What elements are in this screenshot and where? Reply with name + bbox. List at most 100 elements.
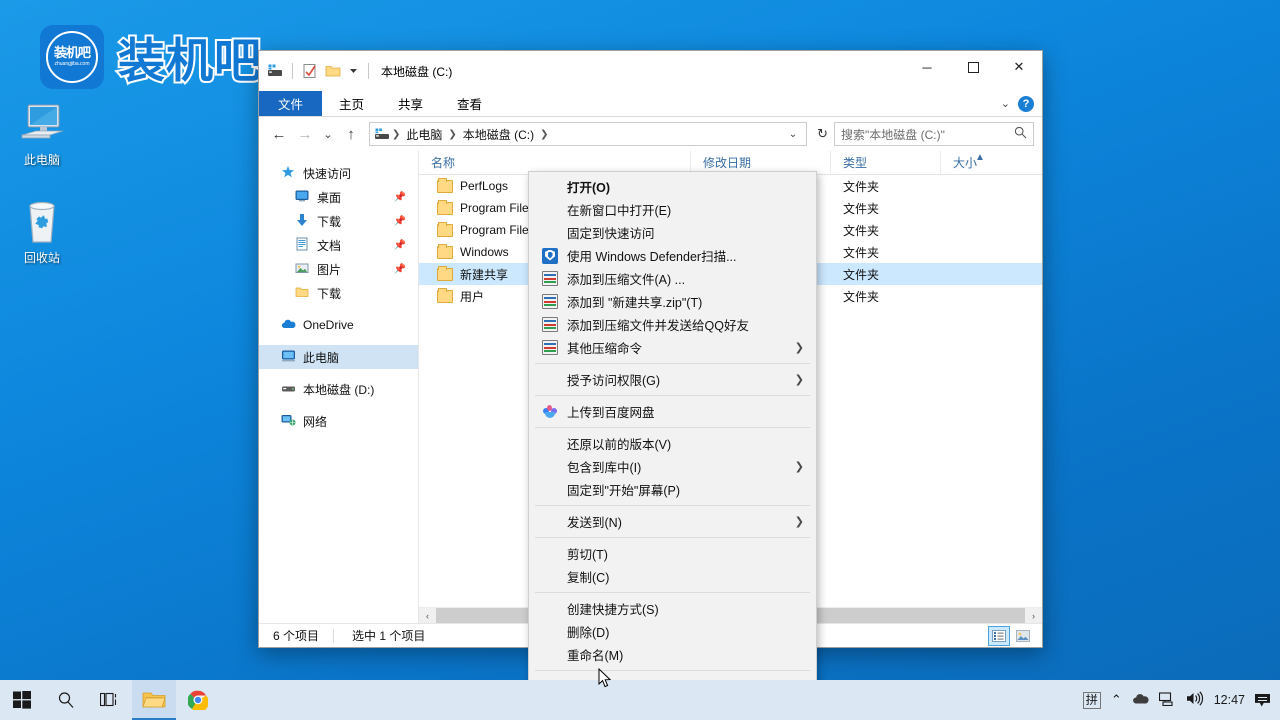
pin-icon[interactable]: 📌 bbox=[394, 264, 406, 275]
sidebar-item-label: 快速访问 bbox=[303, 165, 351, 182]
menu-item-send-to[interactable]: 发送到(N) ❯ bbox=[529, 510, 816, 533]
help-icon[interactable]: ? bbox=[1018, 96, 1034, 112]
close-button[interactable]: ✕ bbox=[996, 51, 1042, 83]
menu-item-delete[interactable]: 删除(D) bbox=[529, 620, 816, 643]
folder-icon[interactable] bbox=[325, 63, 341, 79]
details-view-button[interactable] bbox=[988, 626, 1010, 646]
large-icons-view-button[interactable] bbox=[1012, 626, 1034, 646]
menu-item-label: 打开(O) bbox=[561, 177, 610, 196]
desktop-icon-recycle-bin[interactable]: 回收站 bbox=[4, 196, 80, 266]
no-icon bbox=[539, 225, 561, 241]
search-icon[interactable] bbox=[1014, 126, 1027, 142]
scroll-right-button[interactable]: › bbox=[1025, 611, 1042, 621]
task-view-button[interactable] bbox=[88, 680, 132, 720]
tab-home[interactable]: 主页 bbox=[322, 91, 381, 116]
tab-share[interactable]: 共享 bbox=[381, 91, 440, 116]
menu-item-upload-baidu[interactable]: 上传到百度网盘 bbox=[529, 400, 816, 423]
sidebar-item-pictures[interactable]: 图片 📌 bbox=[259, 257, 418, 281]
sidebar-item-downloads-folder[interactable]: 下载 bbox=[259, 281, 418, 305]
menu-item-create-shortcut[interactable]: 创建快捷方式(S) bbox=[529, 597, 816, 620]
baidu-icon bbox=[542, 405, 558, 419]
menu-item-open-new-window[interactable]: 在新窗口中打开(E) bbox=[529, 198, 816, 221]
sidebar-item-network[interactable]: 网络 bbox=[259, 409, 418, 433]
menu-item-archive-and-qq[interactable]: 添加到压缩文件并发送给QQ好友 bbox=[529, 313, 816, 336]
menu-item-label: 使用 Windows Defender扫描... bbox=[561, 246, 737, 265]
checkbox-icon[interactable] bbox=[302, 63, 318, 79]
menu-separator bbox=[535, 537, 810, 538]
speaker-icon[interactable] bbox=[1186, 691, 1204, 709]
desktop-icon-this-pc[interactable]: 此电脑 bbox=[4, 98, 80, 168]
taskbar-file-explorer[interactable] bbox=[132, 680, 176, 720]
sidebar-item-onedrive[interactable]: OneDrive bbox=[259, 313, 418, 337]
status-item-count: 6 个项目 bbox=[259, 627, 319, 644]
pin-icon[interactable]: 📌 bbox=[394, 192, 406, 203]
menu-item-include-in-library[interactable]: 包含到库中(I) ❯ bbox=[529, 455, 816, 478]
column-header-type[interactable]: 类型 bbox=[831, 151, 941, 175]
sidebar-item-this-pc[interactable]: 此电脑 bbox=[259, 345, 418, 369]
menu-item-cut[interactable]: 剪切(T) bbox=[529, 542, 816, 565]
breadcrumb-item-this-pc[interactable]: 此电脑 bbox=[402, 126, 446, 143]
menu-item-open[interactable]: 打开(O) bbox=[529, 175, 816, 198]
no-icon bbox=[539, 436, 561, 452]
breadcrumb[interactable]: ❯ 此电脑 ❯ 本地磁盘 (C:) ❯ ⌄ bbox=[369, 122, 807, 146]
tab-file[interactable]: 文件 bbox=[259, 91, 322, 116]
menu-item-label: 删除(D) bbox=[561, 622, 609, 641]
column-header-size[interactable]: 大小 bbox=[941, 151, 1031, 175]
action-center-icon[interactable] bbox=[1255, 694, 1270, 707]
menu-item-label: 其他压缩命令 bbox=[561, 338, 642, 357]
menu-item-add-to-archive[interactable]: 添加到压缩文件(A) ... bbox=[529, 267, 816, 290]
menu-item-add-to-named-zip[interactable]: 添加到 "新建共享.zip"(T) bbox=[529, 290, 816, 313]
folder-icon bbox=[437, 246, 453, 259]
up-button[interactable]: ↑ bbox=[339, 122, 363, 146]
menu-item-copy[interactable]: 复制(C) bbox=[529, 565, 816, 588]
file-name: Program Files bbox=[460, 201, 535, 215]
sidebar-item-desktop[interactable]: 桌面 📌 bbox=[259, 185, 418, 209]
collapse-ribbon-icon[interactable]: ⌄ bbox=[1001, 97, 1010, 110]
search-input[interactable]: 搜索"本地磁盘 (C:)" bbox=[834, 122, 1034, 146]
pin-icon[interactable]: 📌 bbox=[394, 216, 406, 227]
menu-item-rename[interactable]: 重命名(M) bbox=[529, 643, 816, 666]
start-button[interactable] bbox=[0, 680, 44, 720]
menu-item-label: 上传到百度网盘 bbox=[561, 402, 655, 421]
forward-button[interactable]: → bbox=[293, 122, 317, 146]
sidebar-item-local-disk-d[interactable]: 本地磁盘 (D:) bbox=[259, 377, 418, 401]
network-icon[interactable] bbox=[1159, 692, 1176, 709]
ribbon-right-controls: ⌄ ? bbox=[1001, 91, 1042, 116]
submenu-arrow-icon: ❯ bbox=[795, 373, 804, 386]
drive-icon bbox=[281, 381, 297, 397]
sidebar-item-downloads[interactable]: 下载 📌 bbox=[259, 209, 418, 233]
ime-indicator[interactable]: 拼 bbox=[1083, 692, 1101, 709]
breadcrumb-item-local-disk[interactable]: 本地磁盘 (C:) bbox=[459, 126, 538, 143]
minimize-button[interactable]: ─ bbox=[904, 51, 950, 83]
scroll-left-button[interactable]: ‹ bbox=[419, 611, 436, 621]
breadcrumb-dropdown-icon[interactable]: ⌄ bbox=[784, 129, 802, 140]
menu-item-restore-versions[interactable]: 还原以前的版本(V) bbox=[529, 432, 816, 455]
menu-item-label: 添加到压缩文件(A) ... bbox=[561, 269, 685, 288]
desktop-icon-label: 回收站 bbox=[24, 249, 60, 266]
address-bar: ← → ⌄ ↑ ❯ 此电脑 ❯ 本地磁盘 (C:) ❯ ⌄ ↻ 搜索"本地磁盘 bbox=[259, 117, 1042, 151]
no-icon bbox=[539, 179, 561, 195]
tab-view[interactable]: 查看 bbox=[440, 91, 499, 116]
menu-item-defender-scan[interactable]: 使用 Windows Defender扫描... bbox=[529, 244, 816, 267]
taskbar-chrome[interactable] bbox=[176, 680, 220, 720]
maximize-button[interactable] bbox=[950, 51, 996, 83]
refresh-button[interactable]: ↻ bbox=[813, 126, 832, 142]
drive-icon[interactable] bbox=[267, 63, 283, 79]
menu-separator bbox=[535, 670, 810, 671]
menu-item-grant-access[interactable]: 授予访问权限(G) ❯ bbox=[529, 368, 816, 391]
watermark-text: 装机吧 bbox=[118, 22, 262, 91]
back-button[interactable]: ← bbox=[267, 122, 291, 146]
search-placeholder: 搜索"本地磁盘 (C:)" bbox=[841, 126, 945, 143]
menu-item-other-archive-commands[interactable]: 其他压缩命令 ❯ bbox=[529, 336, 816, 359]
recent-locations-button[interactable]: ⌄ bbox=[319, 122, 337, 146]
chevron-down-icon[interactable] bbox=[348, 63, 359, 79]
sidebar-item-documents[interactable]: 文档 📌 bbox=[259, 233, 418, 257]
pin-icon[interactable]: 📌 bbox=[394, 240, 406, 251]
sidebar-item-quick-access[interactable]: 快速访问 bbox=[259, 161, 418, 185]
search-button[interactable] bbox=[44, 680, 88, 720]
menu-item-pin-quick-access[interactable]: 固定到快速访问 bbox=[529, 221, 816, 244]
show-hidden-icons[interactable]: ⌃ bbox=[1111, 692, 1122, 708]
clock[interactable]: 12:47 bbox=[1214, 693, 1245, 707]
menu-item-pin-to-start[interactable]: 固定到"开始"屏幕(P) bbox=[529, 478, 816, 501]
cloud-icon[interactable] bbox=[1132, 692, 1149, 709]
